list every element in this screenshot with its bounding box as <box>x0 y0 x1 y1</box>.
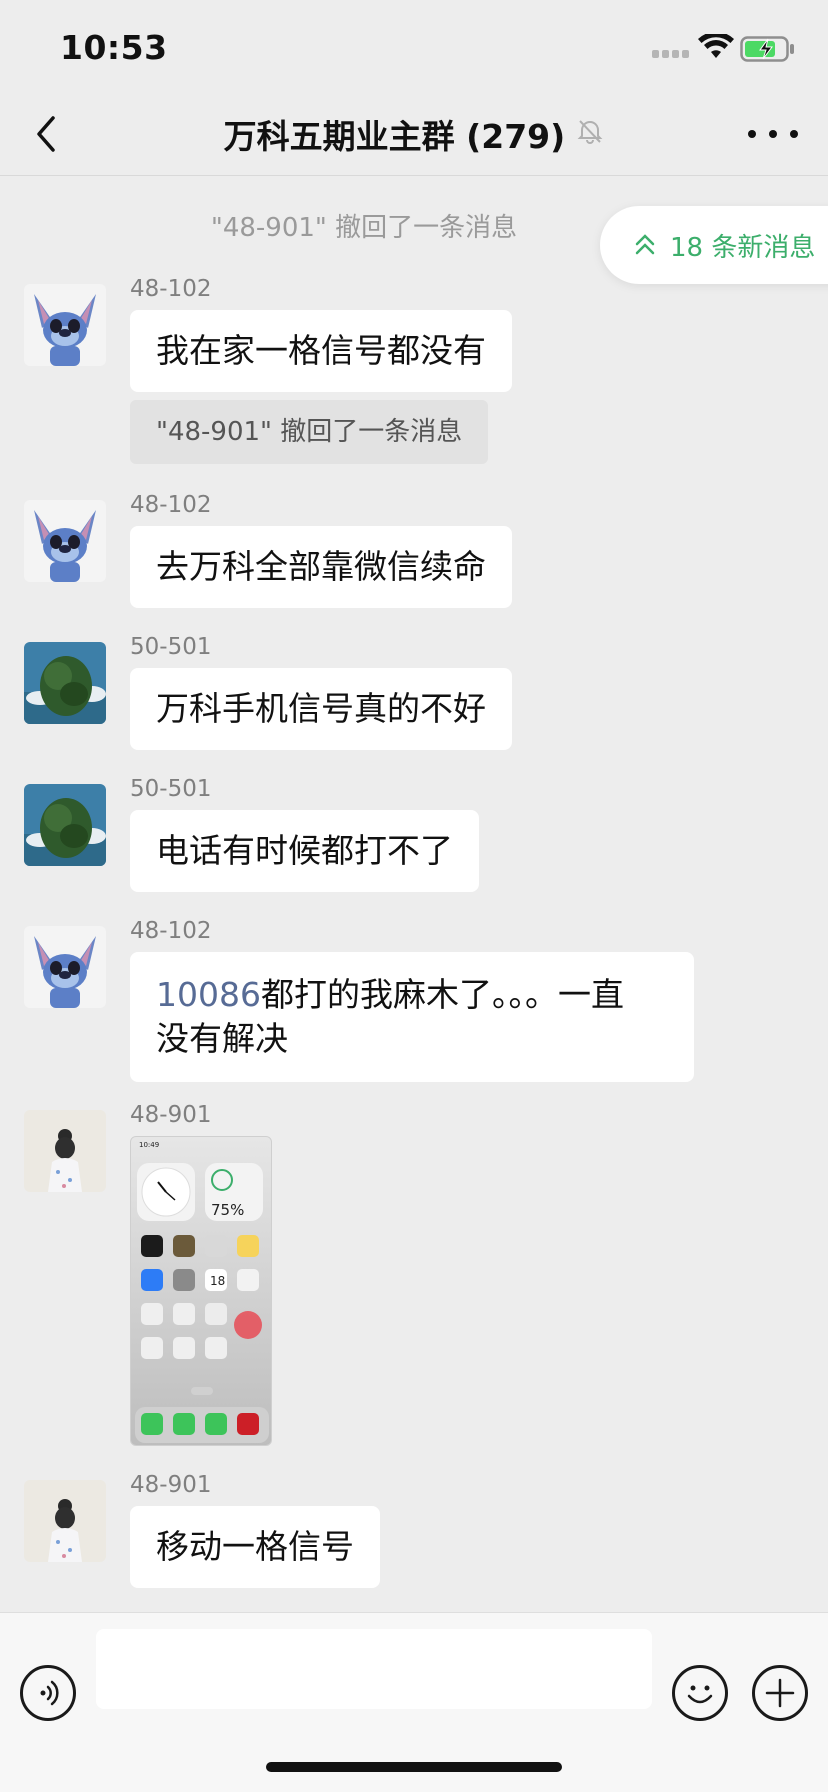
new-messages-button[interactable]: 18 条新消息 <box>600 206 828 284</box>
more-options-button[interactable] <box>748 116 798 152</box>
sender-name: 48-102 <box>130 492 212 518</box>
tree-avatar-icon <box>24 642 106 724</box>
voice-icon <box>40 1680 59 1706</box>
message-bubble[interactable]: 移动一格信号 <box>130 1506 380 1588</box>
chat-header: 万科五期业主群 (279) <box>0 100 828 176</box>
emoji-button[interactable] <box>672 1665 728 1721</box>
message-bubble[interactable]: 10086都打的我麻木了。。。一直没有解决 <box>130 952 694 1082</box>
voice-input-button[interactable] <box>20 1665 76 1721</box>
recall-notice-inline: "48-901" 撤回了一条消息 <box>130 400 489 464</box>
status-bar: 10:53 <box>0 0 828 100</box>
new-messages-label: 18 条新消息 <box>670 232 816 263</box>
message-text: 都打的我麻木了。。。一直 <box>260 975 624 1014</box>
sender-name: 48-102 <box>130 918 212 944</box>
message-bubble[interactable]: 电话有时候都打不了 <box>130 810 479 892</box>
image-message[interactable]: 10:49 75% 18 <box>130 1136 272 1446</box>
sender-name: 48-901 <box>130 1472 212 1498</box>
message-text: 没有解决 <box>156 1019 288 1058</box>
status-time: 10:53 <box>60 28 168 67</box>
avatar[interactable] <box>24 642 106 724</box>
dot-icon <box>748 130 756 138</box>
thumb-time: 10:49 <box>139 1141 159 1149</box>
battery-charging-icon <box>740 36 794 62</box>
double-chevron-up-icon <box>635 234 655 255</box>
message-input[interactable] <box>96 1629 652 1709</box>
sender-name: 50-501 <box>130 776 212 802</box>
avatar[interactable] <box>24 784 106 866</box>
avatar[interactable] <box>24 1480 106 1562</box>
girl-avatar-icon <box>24 1110 106 1192</box>
dot-icon <box>769 130 777 138</box>
phone-number-link[interactable]: 10086 <box>156 975 261 1014</box>
thumb-calendar-day: 18 <box>210 1274 225 1288</box>
avatar[interactable] <box>24 926 106 1008</box>
message-bubble[interactable]: 去万科全部靠微信续命 <box>130 526 512 608</box>
chat-title-wrap: 万科五期业主群 (279) <box>0 110 828 158</box>
stitch-avatar-icon <box>24 500 106 582</box>
avatar[interactable] <box>24 1110 106 1192</box>
message-bubble[interactable]: 我在家一格信号都没有 <box>130 310 512 392</box>
avatar[interactable] <box>24 284 106 366</box>
sender-name: 50-501 <box>130 634 212 660</box>
tree-avatar-icon <box>24 784 106 866</box>
stitch-avatar-icon <box>24 926 106 1008</box>
cellular-signal-icon <box>652 50 692 60</box>
girl-avatar-icon <box>24 1480 106 1562</box>
chat-title[interactable]: 万科五期业主群 (279) <box>224 117 566 156</box>
sender-name: 48-102 <box>130 276 212 302</box>
avatar[interactable] <box>24 500 106 582</box>
wifi-icon <box>698 34 734 58</box>
mute-bell-icon <box>577 120 603 144</box>
stitch-avatar-icon <box>24 284 106 366</box>
smiley-icon <box>687 1685 713 1704</box>
message-bubble[interactable]: 万科手机信号真的不好 <box>130 668 512 750</box>
thumb-battery: 75% <box>211 1201 244 1219</box>
sender-name: 48-901 <box>130 1102 212 1128</box>
more-functions-button[interactable] <box>752 1665 808 1721</box>
phone-screenshot-thumbnail: 10:49 75% 18 <box>131 1137 271 1445</box>
home-indicator <box>266 1762 562 1772</box>
plus-icon <box>765 1678 795 1708</box>
dot-icon <box>790 130 798 138</box>
